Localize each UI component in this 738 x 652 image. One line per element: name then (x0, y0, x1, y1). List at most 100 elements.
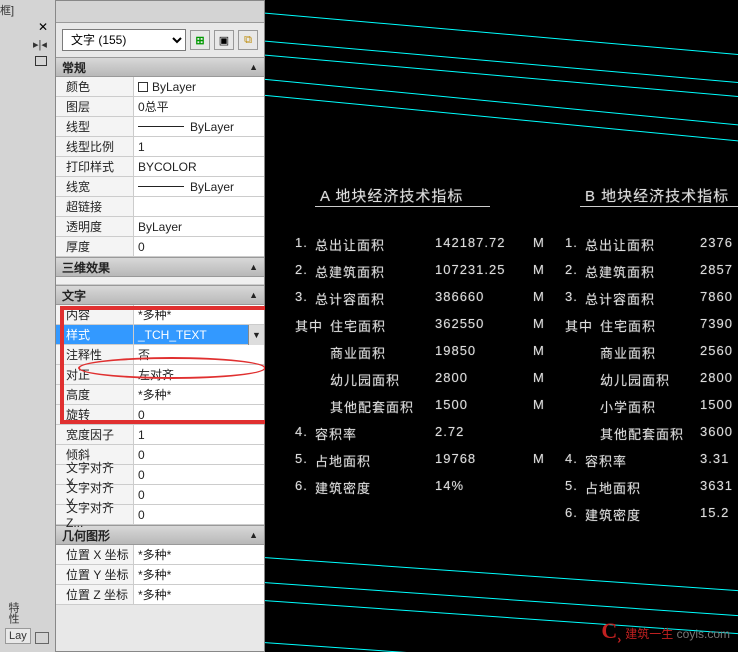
prop-content-value[interactable]: *多种* (134, 305, 264, 324)
table-cell: 容积率 (315, 424, 357, 443)
table-cell: 2800 (700, 370, 733, 385)
close-icon[interactable]: ✕ (35, 20, 51, 36)
table-cell: 15.2 (700, 505, 729, 520)
table-cell: 386660 (435, 289, 484, 304)
prop-posy-value[interactable]: *多种* (134, 565, 264, 584)
prop-posz-value[interactable]: *多种* (134, 585, 264, 604)
table-cell: 2376 (700, 235, 733, 250)
prop-label: 线宽 (56, 177, 134, 196)
drawing-line (265, 38, 738, 88)
prop-label: 文字对齐 Z... (56, 505, 134, 524)
table-cell: M (533, 262, 545, 277)
table-header-b: B 地块经济技术指标 (585, 185, 729, 206)
prop-label: 对正 (56, 365, 134, 384)
table-cell: 7860 (700, 289, 733, 304)
table-cell: 其他配套面积 (330, 397, 414, 416)
table-cell: 107231.25 (435, 262, 505, 277)
panel-menu-icon[interactable] (35, 56, 47, 66)
prop-aligny-value[interactable]: 0 (134, 485, 264, 504)
prop-transparency-value[interactable]: ByLayer (134, 217, 264, 236)
table-cell: M (533, 235, 545, 250)
prop-linetype-value[interactable]: ByLayer (134, 117, 264, 136)
table-cell: 7390 (700, 316, 733, 331)
table-cell: 商业面积 (330, 343, 386, 362)
table-cell: 幼儿园面积 (330, 370, 400, 389)
table-cell: 总建筑面积 (585, 262, 655, 281)
prop-label: 注释性 (56, 345, 134, 364)
drawing-line (265, 76, 738, 131)
table-cell: 2.72 (435, 424, 464, 439)
dropdown-icon[interactable]: ▼ (248, 325, 264, 345)
table-cell: 5. (295, 451, 308, 466)
table-cell: 2560 (700, 343, 733, 358)
table-cell: 5. (565, 478, 578, 493)
prop-label: 位置 Y 坐标 (56, 565, 134, 584)
object-type-select[interactable]: 文字 (155) (62, 29, 186, 51)
prop-label: 透明度 (56, 217, 134, 236)
prop-alignz-value[interactable]: 0 (134, 505, 264, 524)
table-cell: 住宅面积 (330, 316, 386, 335)
prop-style-label: 样式 (56, 325, 134, 344)
table-cell: M (533, 397, 545, 412)
prop-layer-value[interactable]: 0总平 (134, 97, 264, 116)
table-cell: 建筑密度 (315, 478, 371, 497)
table-header-a: A 地块经济技术指标 (320, 185, 463, 206)
prop-label: 内容 (56, 305, 134, 324)
table-cell: 容积率 (585, 451, 627, 470)
table-cell: 2800 (435, 370, 468, 385)
chevron-up-icon: ▲ (249, 262, 258, 272)
prop-posx-value[interactable]: *多种* (134, 545, 264, 564)
prop-widthfactor-value[interactable]: 1 (134, 425, 264, 444)
table-cell: 19850 (435, 343, 476, 358)
properties-panel: 文字 (155) ⊞ ▣ ⧉ 常规▲ 颜色ByLayer 图层0总平 线型ByL… (55, 0, 265, 652)
prop-color-value[interactable]: ByLayer (134, 77, 264, 96)
table-cell: 总出让面积 (585, 235, 655, 254)
prop-plotstyle-value[interactable]: BYCOLOR (134, 157, 264, 176)
table-cell: 1500 (435, 397, 468, 412)
prop-thickness-value[interactable]: 0 (134, 237, 264, 256)
table-cell: 总建筑面积 (315, 262, 385, 281)
prop-alignx-value[interactable]: 0 (134, 465, 264, 484)
quick-select-icon[interactable]: ⊞ (190, 30, 210, 50)
table-cell: 幼儿园面积 (600, 370, 670, 389)
section-3d-effect[interactable]: 三维效果▲ (56, 257, 264, 277)
prop-label: 超链接 (56, 197, 134, 216)
dock-arrow-icon[interactable]: ▸|◂ (33, 38, 47, 51)
prop-label: 颜色 (56, 77, 134, 96)
section-geometry[interactable]: 几何图形▲ (56, 525, 264, 545)
prop-rotation-value[interactable]: 0 (134, 405, 264, 424)
pickset-icon[interactable]: ⧉ (238, 30, 258, 50)
table-cell: 占地面积 (315, 451, 371, 470)
section-general[interactable]: 常规▲ (56, 57, 264, 77)
table-cell: 总计容面积 (315, 289, 385, 308)
chevron-up-icon: ▲ (249, 290, 258, 300)
prop-justify-value[interactable]: 左对齐 (134, 365, 264, 384)
drawing-canvas[interactable]: A 地块经济技术指标 B 地块经济技术指标 1.总出让面积142187.72M2… (265, 0, 738, 652)
table-cell: 2857 (700, 262, 733, 277)
select-objects-icon[interactable]: ▣ (214, 30, 234, 50)
table-cell: 1. (565, 235, 578, 250)
prop-label: 打印样式 (56, 157, 134, 176)
table-cell: M (533, 343, 545, 358)
prop-hyperlink-value[interactable] (134, 197, 264, 216)
prop-label: 位置 X 坐标 (56, 545, 134, 564)
prop-label: 位置 Z 坐标 (56, 585, 134, 604)
layer-tab[interactable]: Lay (5, 628, 31, 644)
section-text[interactable]: 文字▲ (56, 285, 264, 305)
prop-style-value[interactable]: _TCH_TEXT▼ (134, 325, 264, 344)
prop-label: 线型比例 (56, 137, 134, 156)
prop-annotative-value[interactable]: 否 (134, 345, 264, 364)
drawing-line (265, 92, 738, 147)
prop-oblique-value[interactable]: 0 (134, 445, 264, 464)
prop-label: 旋转 (56, 405, 134, 424)
table-cell: 商业面积 (600, 343, 656, 362)
prop-height-value[interactable]: *多种* (134, 385, 264, 404)
chevron-up-icon: ▲ (249, 530, 258, 540)
watermark-logo: C› (601, 618, 621, 646)
prop-lineweight-value[interactable]: ByLayer (134, 177, 264, 196)
table-cell: 其中 (565, 316, 593, 335)
prop-label: 线型 (56, 117, 134, 136)
panel-titlebar (56, 1, 264, 23)
prop-ltscale-value[interactable]: 1 (134, 137, 264, 156)
layer-tab-icon (35, 632, 49, 644)
